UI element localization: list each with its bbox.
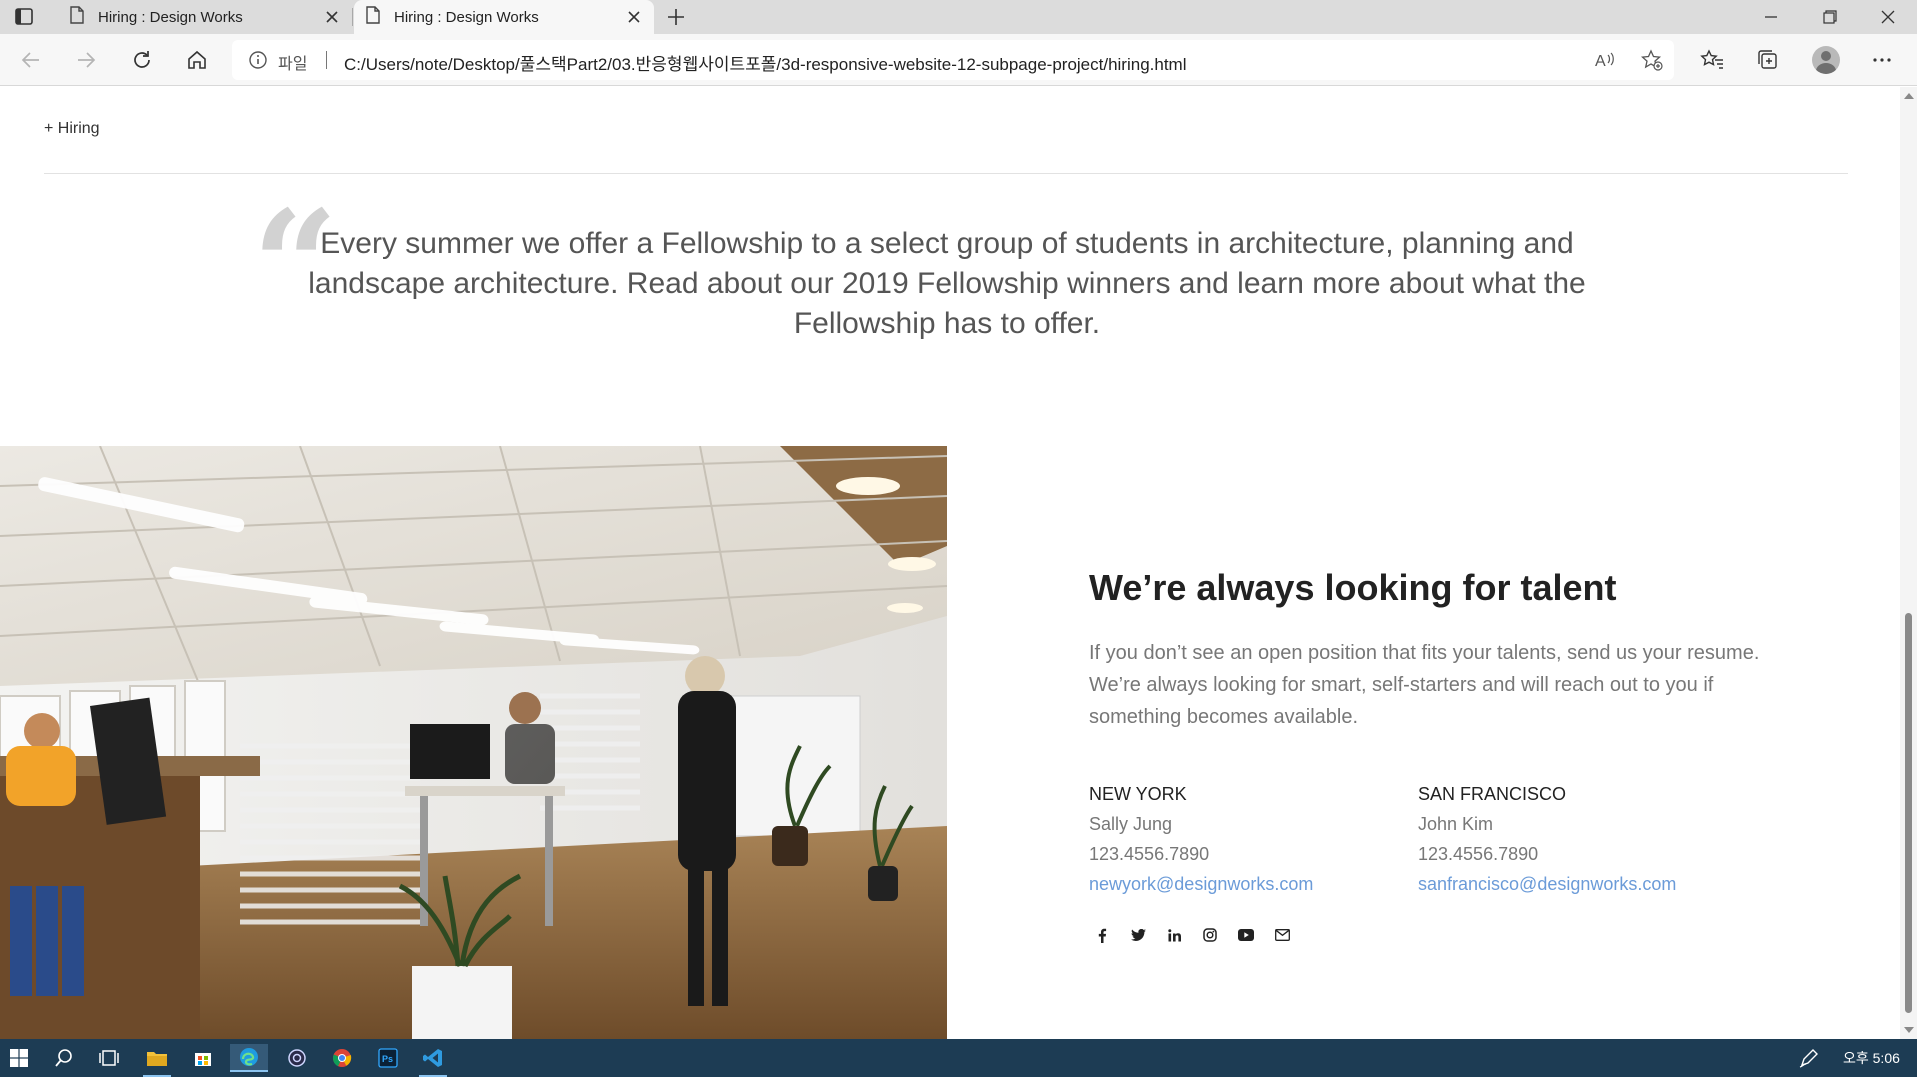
svg-text:A: A bbox=[1595, 53, 1606, 70]
windows-start-icon[interactable] bbox=[5, 1044, 33, 1072]
more-menu-icon[interactable] bbox=[1870, 48, 1894, 72]
tab-actions-icon[interactable] bbox=[14, 7, 36, 27]
tab-hiring-1[interactable]: Hiring : Design Works bbox=[58, 0, 352, 34]
favorites-icon[interactable] bbox=[1700, 48, 1724, 72]
scrollbar-thumb[interactable] bbox=[1905, 613, 1912, 1013]
tab-title: Hiring : Design Works bbox=[394, 8, 539, 26]
app-icon[interactable] bbox=[283, 1044, 311, 1072]
address-bar[interactable]: 파일 C:/Users/note/Desktop/풀스택Part2/03.반응형… bbox=[232, 40, 1674, 80]
scroll-up-icon[interactable] bbox=[1904, 93, 1914, 99]
twitter-icon[interactable] bbox=[1130, 927, 1146, 943]
contact-phone: 123.4556.7890 bbox=[1089, 844, 1210, 864]
fellowship-quote: Every summer we offer a Fellowship to a … bbox=[308, 227, 1586, 340]
page-icon bbox=[366, 6, 380, 28]
divider bbox=[44, 173, 1848, 174]
social-links bbox=[1094, 927, 1290, 943]
instagram-icon[interactable] bbox=[1202, 927, 1218, 943]
refresh-icon[interactable] bbox=[129, 47, 155, 73]
page-scrollbar[interactable] bbox=[1900, 87, 1917, 1039]
address-divider bbox=[326, 51, 327, 69]
facebook-icon[interactable] bbox=[1094, 927, 1110, 943]
envelope-icon[interactable] bbox=[1274, 927, 1290, 943]
home-icon[interactable] bbox=[184, 47, 210, 73]
svg-text:Ps: Ps bbox=[382, 1054, 393, 1064]
talent-heading: We’re always looking for talent bbox=[1089, 567, 1617, 608]
windows-taskbar: Ps 오후 5:06 bbox=[0, 1039, 1917, 1077]
task-view-icon[interactable] bbox=[95, 1044, 123, 1072]
read-aloud-icon[interactable]: A bbox=[1594, 49, 1616, 71]
contact-email-link[interactable]: newyork@designworks.com bbox=[1089, 869, 1313, 899]
url-text[interactable]: C:/Users/note/Desktop/풀스택Part2/03.반응형웹사이… bbox=[344, 50, 1187, 75]
file-scheme-label: 파일 bbox=[278, 56, 308, 73]
tab-hiring-2[interactable]: Hiring : Design Works bbox=[354, 0, 654, 34]
tab-title: Hiring : Design Works bbox=[98, 8, 243, 26]
vscode-icon[interactable] bbox=[419, 1044, 447, 1072]
back-icon[interactable] bbox=[18, 47, 44, 73]
talent-description: If you don’t see an open position that f… bbox=[1089, 642, 1760, 728]
forward-icon[interactable] bbox=[73, 47, 99, 73]
collections-icon[interactable] bbox=[1756, 48, 1780, 72]
scroll-down-icon[interactable] bbox=[1904, 1027, 1914, 1033]
office-photo bbox=[0, 446, 947, 1039]
profile-avatar[interactable] bbox=[1812, 46, 1840, 74]
contact-city: NEW YORK bbox=[1089, 784, 1187, 804]
tab-strip: Hiring : Design Works Hiring : Design Wo… bbox=[0, 0, 1917, 34]
edge-icon[interactable] bbox=[230, 1044, 268, 1072]
contact-email-link[interactable]: sanfrancisco@designworks.com bbox=[1418, 869, 1676, 899]
pen-workspace-icon[interactable] bbox=[1798, 1047, 1820, 1069]
contact-name: John Kim bbox=[1418, 814, 1494, 834]
contact-phone: 123.4556.7890 bbox=[1418, 844, 1539, 864]
tab-separator bbox=[352, 8, 353, 26]
page-viewport: + Hiring “ Every summer we offer a Fello… bbox=[0, 87, 1917, 1039]
photoshop-icon[interactable]: Ps bbox=[374, 1044, 402, 1072]
restore-icon[interactable] bbox=[1802, 0, 1858, 34]
minimize-icon[interactable] bbox=[1743, 0, 1799, 34]
close-tab-icon[interactable] bbox=[626, 9, 642, 25]
file-explorer-icon[interactable] bbox=[143, 1044, 171, 1072]
browser-toolbar: 파일 C:/Users/note/Desktop/풀스택Part2/03.반응형… bbox=[0, 34, 1917, 86]
info-icon[interactable] bbox=[248, 50, 268, 75]
store-icon[interactable] bbox=[189, 1044, 217, 1072]
close-window-icon[interactable] bbox=[1860, 0, 1916, 34]
contact-new-york: NEW YORK Sally Jung 123.4556.7890 newyor… bbox=[1089, 779, 1313, 899]
linkedin-icon[interactable] bbox=[1166, 927, 1182, 943]
close-tab-icon[interactable] bbox=[324, 9, 340, 25]
system-clock[interactable]: 오후 5:06 bbox=[1843, 1048, 1900, 1068]
contact-city: SAN FRANCISCO bbox=[1418, 784, 1567, 804]
new-tab-icon[interactable] bbox=[664, 5, 688, 29]
contact-name: Sally Jung bbox=[1089, 814, 1173, 834]
breadcrumb[interactable]: + Hiring bbox=[44, 120, 100, 138]
contact-san-francisco: SAN FRANCISCO John Kim 123.4556.7890 san… bbox=[1418, 779, 1676, 899]
youtube-icon[interactable] bbox=[1238, 927, 1254, 943]
search-icon[interactable] bbox=[50, 1044, 78, 1072]
chrome-icon[interactable] bbox=[328, 1044, 356, 1072]
add-favorite-icon[interactable] bbox=[1640, 49, 1663, 71]
page-icon bbox=[70, 6, 84, 28]
